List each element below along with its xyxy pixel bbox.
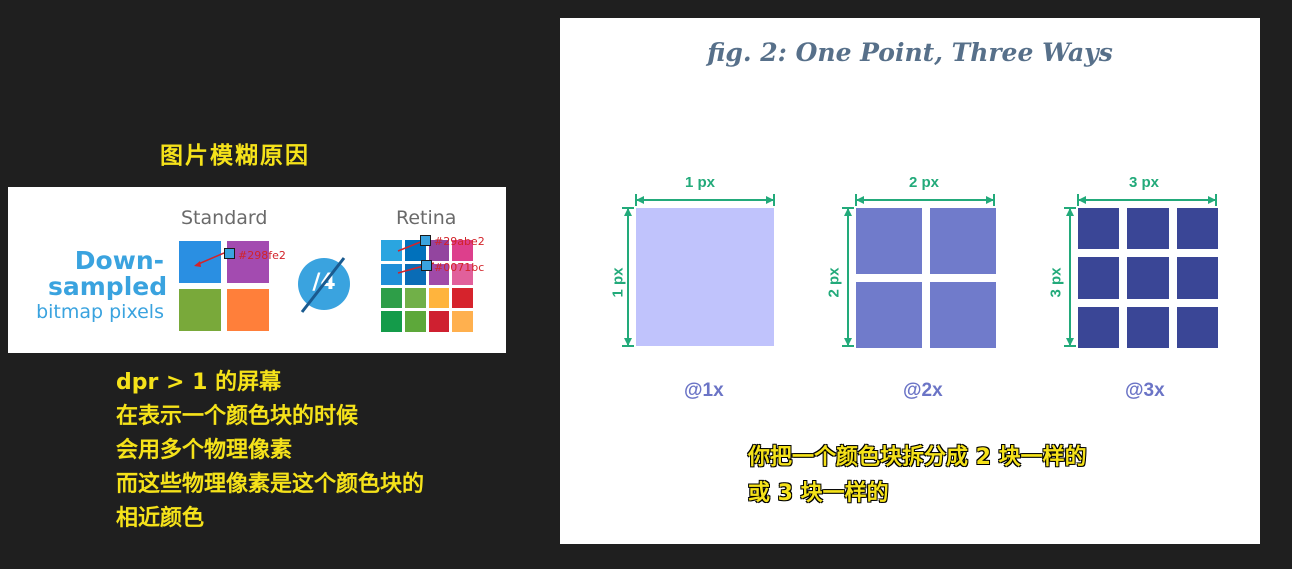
downsample-illustration: Down- sampled bitmap pixels Standard Ret… xyxy=(8,187,506,353)
standard-sample-marker xyxy=(224,248,235,259)
panel-3x-label: @3x xyxy=(1125,380,1165,401)
pixel-cell xyxy=(636,208,774,346)
sampled-label: sampled xyxy=(48,272,168,301)
standard-hex-value: #298fe2 xyxy=(238,249,286,262)
panel-3x-height-label: 3 px xyxy=(1047,267,1065,298)
panel-1x-height-label: 1 px xyxy=(609,267,627,298)
note-line: 在表示一个颜色块的时候 xyxy=(116,404,359,429)
panel-2x-height-label: 2 px xyxy=(825,267,843,298)
explanation-notes: dpr > 1 的屏幕 在表示一个颜色块的时候 会用多个物理像素 而这些物理像素… xyxy=(116,366,424,536)
caption-line: 你把一个颜色块拆分成 2 块一样的 xyxy=(748,445,1087,470)
retina-sample-marker-1 xyxy=(420,235,431,246)
retina-label: Retina xyxy=(396,207,457,229)
pixel-cell xyxy=(1127,208,1169,250)
panel-1x-pixel-grid xyxy=(636,208,774,346)
pixel-cell xyxy=(179,289,221,331)
down-label: Down- xyxy=(74,246,164,275)
pixel-cell xyxy=(428,311,450,332)
pixel-cell xyxy=(1078,257,1120,299)
note-line: 而这些物理像素是这个颜色块的 xyxy=(116,472,425,497)
pixel-cell xyxy=(1078,208,1120,250)
pixel-cell xyxy=(381,287,402,309)
page-heading: 图片模糊原因 xyxy=(160,143,310,169)
pixel-cell xyxy=(381,311,402,332)
pixel-cell xyxy=(930,208,996,274)
pixel-cell xyxy=(1176,306,1218,348)
pixel-cell xyxy=(404,287,426,309)
pixel-cell xyxy=(930,282,996,348)
retina-sample-marker-2 xyxy=(421,260,432,271)
retina-hex-value-2: #0071bc xyxy=(434,261,485,274)
panel-1x-width-label: 1 px xyxy=(685,174,716,191)
panel-1x-label: @1x xyxy=(684,380,724,401)
panel-3x-width-label: 3 px xyxy=(1129,174,1160,191)
pixel-cell xyxy=(856,282,922,348)
bitmap-pixels-label: bitmap pixels xyxy=(36,301,164,323)
pixel-cell xyxy=(1127,306,1169,348)
pixel-cell xyxy=(1176,257,1218,299)
pixel-cell xyxy=(1078,306,1120,348)
pixel-cell xyxy=(428,287,450,309)
panel-2x-label: @2x xyxy=(903,380,943,401)
retina-hex-value-1: #29abe2 xyxy=(434,235,485,248)
caption-line: 或 3 块一样的 xyxy=(748,481,889,506)
standard-label: Standard xyxy=(181,207,268,229)
pixel-cell xyxy=(452,287,473,309)
divide-by-four-badge: /4 xyxy=(298,257,350,313)
note-line: 会用多个物理像素 xyxy=(116,438,293,463)
pixel-cell xyxy=(452,311,473,332)
subtitle-caption: 你把一个颜色块拆分成 2 块一样的 或 3 块一样的 xyxy=(748,440,1087,512)
note-line: dpr > 1 的屏幕 xyxy=(116,370,282,395)
pixel-cell xyxy=(404,311,426,332)
note-line: 相近颜色 xyxy=(116,506,205,531)
pixel-cell xyxy=(227,289,269,331)
panel-2x-width-label: 2 px xyxy=(909,174,940,191)
panel-2x-pixel-grid xyxy=(856,208,996,348)
panel-3x-pixel-grid xyxy=(1078,208,1218,348)
figure-title: fig. 2: One Point, Three Ways xyxy=(707,38,1113,67)
divide-slash-icon xyxy=(300,257,346,313)
pixel-cell xyxy=(856,208,922,274)
pixel-cell xyxy=(1127,257,1169,299)
pixel-cell xyxy=(1176,208,1218,250)
